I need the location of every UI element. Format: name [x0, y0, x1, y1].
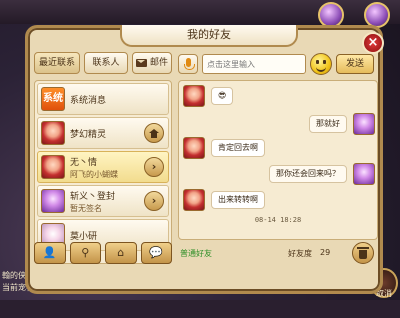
close-button[interactable]: × [362, 32, 384, 54]
microphone-button[interactable] [178, 54, 198, 74]
tab-recent[interactable]: 最近联系 [34, 52, 80, 74]
avatar [353, 113, 375, 135]
avatar [41, 121, 65, 145]
friend-type-label: 普通好友 [180, 249, 212, 258]
contact-item-selected[interactable]: 无丶情 阿飞的小蝴蝶 › [37, 151, 169, 183]
tab-contacts[interactable]: 联系人 [84, 52, 128, 74]
contact-name: 无丶情 [70, 158, 98, 168]
contacts-column: 最近联系 联系人 邮件 系统 系统消息 梦幻精灵 无丶情 阿飞的小蝴蝶 › 斩义… [34, 52, 172, 266]
chat-area: 发送 😎 那就好 肯定回去啊 那你还会回来吗？ 出来转转啊 08-14 18:2… [178, 52, 378, 266]
send-button[interactable]: 发送 [336, 54, 374, 74]
chat-button[interactable]: 💬 [140, 242, 172, 264]
contact-detail-button[interactable]: › [144, 157, 164, 177]
chat-footer: 普通好友 好友度 29 [178, 242, 378, 266]
avatar [353, 163, 375, 185]
avatar [41, 155, 65, 179]
tab-contacts-label: 联系人 [92, 58, 120, 68]
contact-item-sprite[interactable]: 梦幻精灵 [37, 117, 169, 149]
find-friend-button[interactable]: ⚲ [69, 242, 101, 264]
contact-name: 梦幻精灵 [70, 130, 107, 140]
dialog-title: 我的好友 [120, 25, 298, 47]
message-left: 😎 [183, 85, 263, 109]
contact-item[interactable]: 斩义丶登封 暂无签名 › [37, 185, 169, 217]
tab-recent-label: 最近联系 [38, 58, 75, 68]
avatar [183, 189, 205, 211]
input-row: 发送 [178, 52, 378, 76]
contact-name: 斩义丶登封 [70, 192, 116, 202]
mail-icon [135, 59, 147, 67]
contact-name: 莫小研 [70, 232, 98, 242]
contact-name: 系统消息 [70, 96, 107, 106]
avatar [183, 137, 205, 159]
message-list[interactable]: 😎 那就好 肯定回去啊 那你还会回来吗？ 出来转转啊 08-14 18:28 [178, 80, 378, 240]
contact-signature: 阿飞的小蝴蝶 [70, 170, 118, 179]
home-button[interactable]: ⌂ [105, 242, 137, 264]
home-button[interactable] [144, 123, 164, 143]
message-right: 那就好 [269, 113, 375, 137]
contact-signature: 暂无签名 [70, 204, 102, 213]
contact-actions: 👤 ⚲ ⌂ 💬 [34, 242, 172, 266]
system-avatar: 系统 [41, 87, 65, 111]
contact-detail-button[interactable]: › [144, 191, 164, 211]
avatar [183, 85, 205, 107]
chat-input[interactable] [202, 54, 306, 74]
emoji-button[interactable] [310, 53, 332, 75]
avatar [41, 189, 65, 213]
intimacy-value: 29 [320, 248, 331, 257]
message-bubble: 肯定回去啊 [211, 139, 265, 157]
message-timestamp: 08-14 18:28 [254, 216, 302, 224]
tab-mail-label: 邮件 [149, 58, 168, 68]
tab-bar: 最近联系 联系人 邮件 [34, 52, 172, 74]
message-left: 肯定回去啊 [183, 137, 283, 161]
message-left: 出来转转啊 [183, 189, 283, 213]
message-bubble: 😎 [211, 87, 234, 105]
message-bubble: 那你还会回来吗？ [269, 165, 347, 183]
tab-mail[interactable]: 邮件 [132, 52, 172, 74]
contact-list[interactable]: 系统 系统消息 梦幻精灵 无丶情 阿飞的小蝴蝶 › 斩义丶登封 暂无签名 › 莫… [34, 80, 172, 264]
delete-icon[interactable] [352, 242, 374, 264]
home-icon [149, 129, 159, 138]
message-bubble: 出来转转啊 [211, 191, 265, 209]
add-friend-button[interactable]: 👤 [34, 242, 66, 264]
message-bubble: 那就好 [309, 115, 347, 133]
contact-item-system[interactable]: 系统 系统消息 [37, 83, 169, 115]
message-right: 那你还会回来吗？ [239, 163, 375, 187]
intimacy-label: 好友度 [288, 249, 312, 258]
